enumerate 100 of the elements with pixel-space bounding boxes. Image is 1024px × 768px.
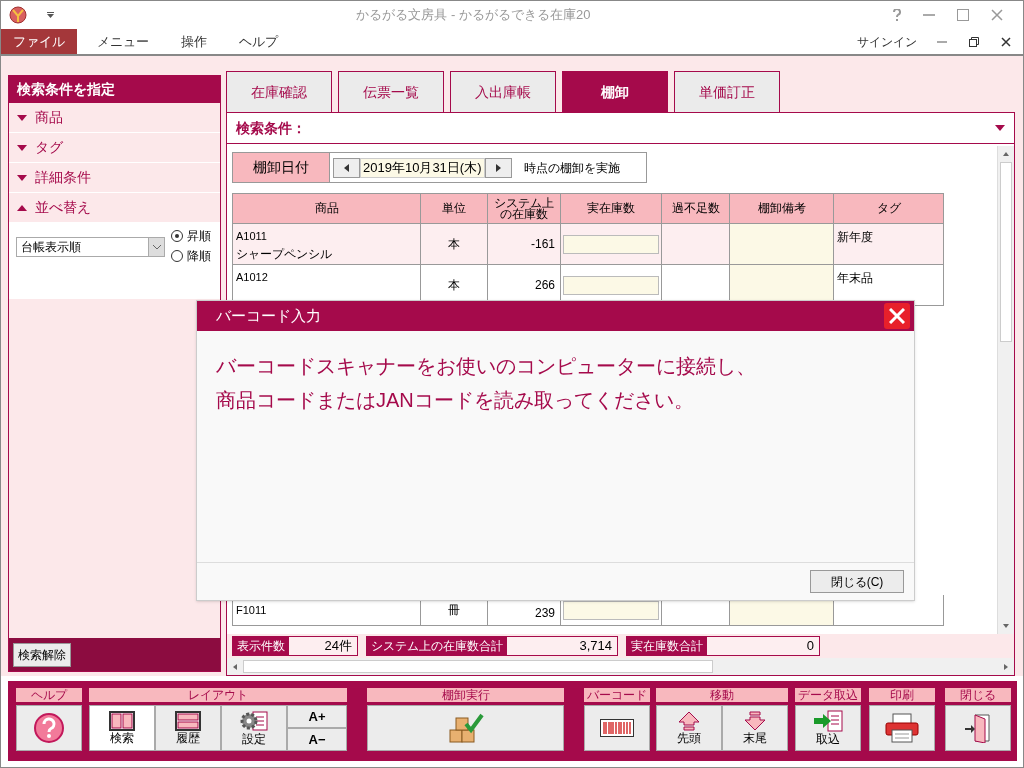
help-icon[interactable]: [893, 9, 901, 21]
expand-triangle-icon: [17, 174, 27, 181]
toolbar-group-label: 印刷: [869, 688, 935, 702]
toolbar-button[interactable]: 先頭: [656, 705, 722, 751]
column-header: タグ: [834, 194, 944, 224]
column-header: 商品: [233, 194, 421, 224]
dialog-message: 商品コードまたはJANコードを読み取ってください。: [216, 388, 695, 413]
expand-triangle-icon: [17, 114, 27, 121]
tab[interactable]: 在庫確認: [226, 71, 332, 112]
search-conditions-bar[interactable]: 検索条件：: [227, 113, 1014, 144]
dialog-title: バーコード入力: [216, 305, 321, 326]
font-size-button[interactable]: A−: [287, 728, 347, 751]
product-name: シャープペンシル: [236, 246, 333, 263]
down-arrow-icon: [744, 710, 766, 731]
unit-cell-text: 冊: [448, 602, 460, 619]
window-title: かるがる文房具 - かるがるできる在庫20: [356, 7, 591, 23]
menu-item[interactable]: メニュー: [85, 29, 161, 54]
actual-stock-field[interactable]: [563, 275, 659, 295]
column-header: 単位: [421, 194, 488, 224]
menu-item[interactable]: 操作: [169, 29, 219, 54]
menu-item[interactable]: ファイル: [1, 29, 77, 54]
printer-icon: [884, 712, 920, 744]
font-size-button[interactable]: A+: [287, 705, 347, 728]
tab[interactable]: 入出庫帳: [450, 71, 556, 112]
stock-cell-text: 239: [534, 605, 555, 622]
toolbar-button[interactable]: [584, 705, 650, 751]
column-header: システム上の在庫数: [488, 194, 561, 224]
sort-radio[interactable]: 降順: [171, 246, 211, 265]
product-code: A1012: [236, 270, 269, 285]
dropdown-triangle-icon: [995, 125, 1005, 131]
note-field[interactable]: [730, 224, 834, 265]
sidebar-section[interactable]: 商品: [9, 103, 220, 133]
dialog-message: バーコードスキャナーをお使いのコンピューターに接続し、: [216, 354, 757, 379]
toolbar-group-label: バーコード: [584, 688, 650, 702]
toolbar-button[interactable]: 設定: [221, 705, 287, 751]
toolbar-button[interactable]: 履歴: [155, 705, 221, 751]
app-logo-icon: [9, 6, 27, 24]
column-header: 過不足数: [662, 194, 730, 224]
menu-item[interactable]: ヘルプ: [227, 29, 290, 54]
tab[interactable]: 単価訂正: [674, 71, 780, 112]
tab[interactable]: 棚卸: [562, 71, 668, 112]
left-triangle-icon: [344, 163, 349, 172]
sort-radio[interactable]: 昇順: [171, 226, 211, 245]
toolbar-group-label: レイアウト: [89, 688, 347, 702]
previous-date-button[interactable]: [333, 157, 360, 178]
date-field[interactable]: 2019年10月31日(木): [360, 157, 485, 178]
column-header: 棚卸備考: [730, 194, 834, 224]
summary-field: 実在庫数合計 0: [626, 636, 820, 656]
summary-field: システム上の在庫数合計 3,714: [366, 636, 618, 656]
vertical-scrollbar[interactable]: [997, 146, 1014, 634]
import-arrow-icon: [812, 709, 844, 732]
sort-select[interactable]: 台帳表示順: [16, 237, 165, 257]
two-pane-icon: [109, 710, 135, 731]
boxes-check-icon: [447, 712, 484, 744]
gear-document-icon: [239, 709, 269, 732]
stock-cell-text: -161: [530, 236, 555, 253]
up-arrow-icon: [678, 710, 700, 731]
date-label: 棚卸日付: [233, 153, 330, 182]
toolbar-group-label: 閉じる: [945, 688, 1011, 702]
product-code: F1011: [236, 603, 268, 618]
tab[interactable]: 伝票一覧: [338, 71, 444, 112]
column-header: 実在庫数: [561, 194, 662, 224]
barcode-icon: [600, 719, 634, 737]
collapse-triangle-icon: [17, 204, 27, 211]
sidebar-section[interactable]: 詳細条件: [9, 163, 220, 193]
sidebar-header: 検索条件を指定: [9, 76, 220, 103]
toolbar-button[interactable]: 検索: [89, 705, 155, 751]
toolbar-group-label: ヘルプ: [16, 688, 82, 702]
summary-field: 表示件数 24件: [232, 636, 358, 656]
date-suffix: 時点の棚卸を実施: [523, 159, 620, 177]
maximize-icon[interactable]: [957, 9, 969, 21]
sidebar-section[interactable]: タグ: [9, 133, 220, 163]
toolbar-button[interactable]: 末尾: [722, 705, 788, 751]
actual-stock-field[interactable]: [563, 234, 659, 254]
tag-cell: 年末品: [837, 271, 873, 285]
clear-search-button[interactable]: 検索解除: [13, 642, 71, 667]
stock-cell-text: 266: [534, 277, 555, 294]
sign-in-link[interactable]: サインイン: [857, 32, 917, 51]
close-button[interactable]: [884, 303, 910, 329]
expand-triangle-icon: [17, 144, 27, 151]
right-triangle-icon: [495, 163, 501, 172]
dialog-close-button[interactable]: 閉じる(C): [810, 570, 904, 593]
quick-access-caret-icon[interactable]: [47, 12, 54, 18]
unit-cell-text: 本: [448, 236, 460, 253]
close-icon: [889, 308, 905, 324]
unit-cell-text: 本: [448, 277, 460, 294]
exit-door-icon: [963, 713, 993, 743]
toolbar-button[interactable]: [869, 705, 935, 751]
stacked-pane-icon: [175, 710, 201, 731]
tag-cell: 新年度: [837, 230, 873, 244]
restore-icon[interactable]: [969, 36, 979, 47]
toolbar-button[interactable]: 取込: [795, 705, 861, 751]
horizontal-scrollbar[interactable]: [227, 658, 1014, 675]
toolbar-group-label: データ取込: [795, 688, 861, 702]
product-code: A1011: [236, 229, 268, 244]
toolbar-group-label: 移動: [656, 688, 788, 702]
help-icon: [33, 712, 65, 744]
next-date-button[interactable]: [484, 157, 512, 178]
close-icon[interactable]: [1001, 36, 1011, 47]
toolbar-group-label: 棚卸実行: [367, 688, 564, 702]
